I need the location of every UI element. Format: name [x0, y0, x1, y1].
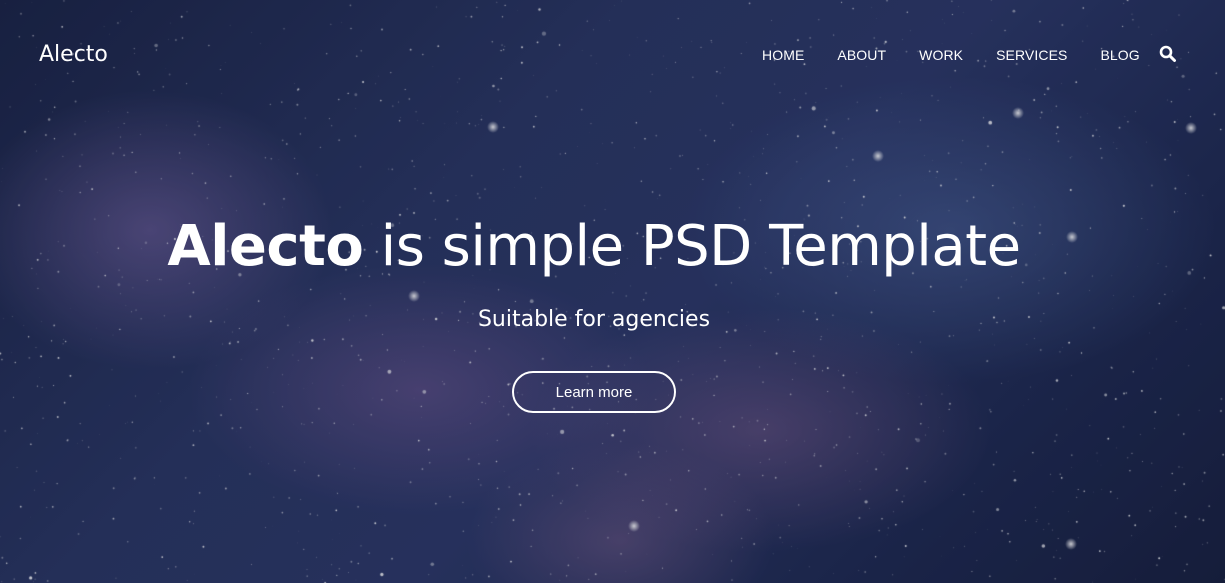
search-icon[interactable] — [1159, 45, 1177, 63]
background-overlay — [0, 0, 1225, 583]
nav-item-services[interactable]: SERVICES — [996, 47, 1067, 63]
nav-item-blog[interactable]: BLOG — [1100, 47, 1139, 63]
learn-more-button[interactable]: Learn more — [512, 371, 676, 413]
hero-headline: Alecto is simple PSD Template — [0, 212, 1188, 282]
site-logo[interactable]: Alecto — [39, 42, 108, 67]
headline-text: is simple PSD Template — [363, 214, 1021, 279]
nav-item-work[interactable]: WORK — [919, 47, 963, 63]
hero-section: Alecto HOME ABOUT WORK SERVICES BLOG Ale… — [0, 0, 1225, 583]
main-nav: HOME ABOUT WORK SERVICES BLOG — [762, 45, 1177, 63]
hero-subtitle: Suitable for agencies — [477, 307, 711, 332]
nav-item-home[interactable]: HOME — [762, 47, 804, 63]
headline-brand: Alecto — [167, 214, 364, 279]
nav-item-about[interactable]: ABOUT — [837, 47, 886, 63]
